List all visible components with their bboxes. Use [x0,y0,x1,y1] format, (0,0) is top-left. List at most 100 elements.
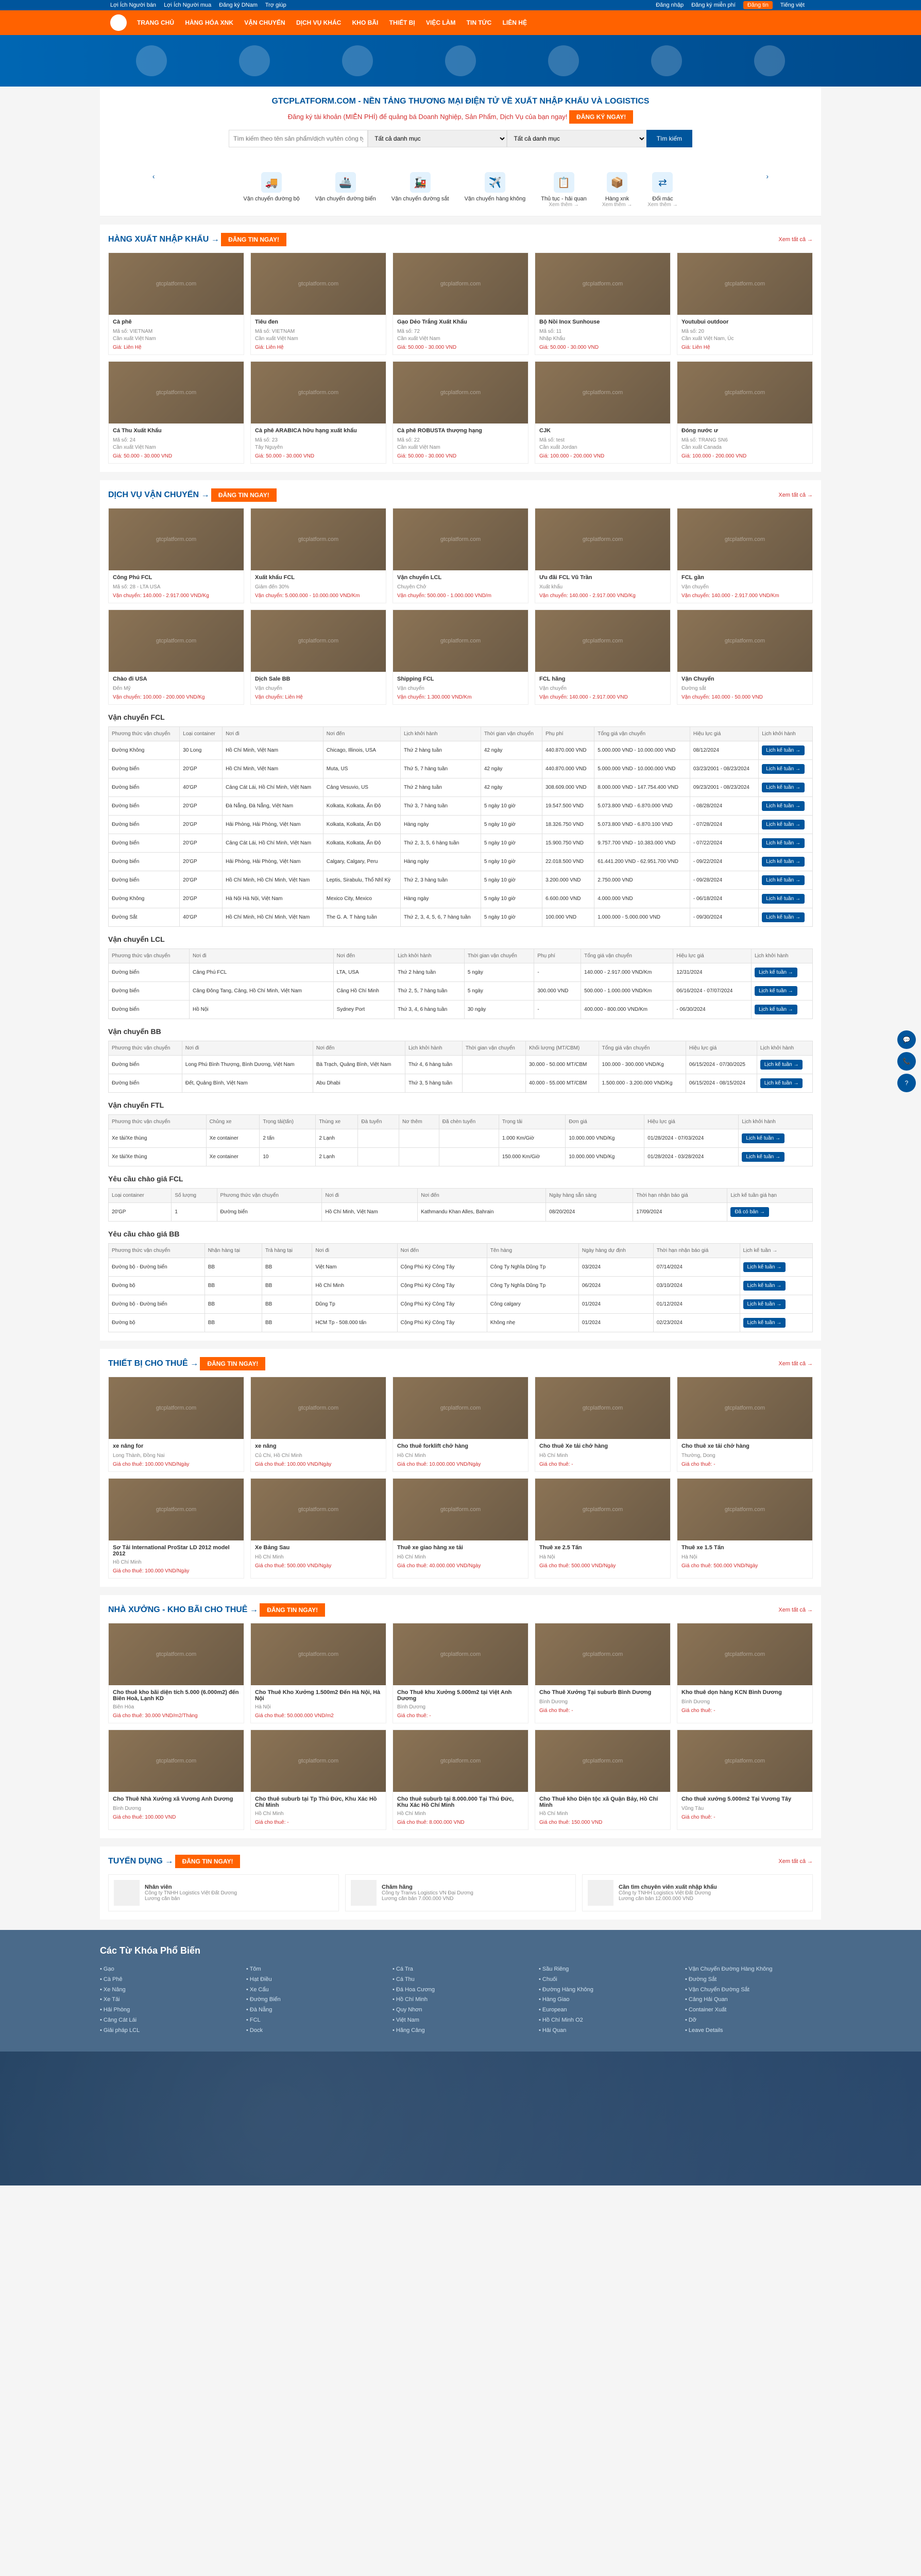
post-button[interactable]: ĐĂNG TIN NGAY! [175,1855,241,1868]
category-item[interactable]: ⇄Đổi mácXem thêm → [647,172,677,208]
category-item[interactable]: ✈️Vận chuyển hàng không [465,172,526,208]
topbar-link[interactable]: Lợi Ích Người mua [164,2,211,8]
keyword-link[interactable]: • Đà Nẵng [246,2007,272,2013]
product-card[interactable]: Gạo Dẻo Trắng Xuất KhẩuMã số: 72Cần xuất… [393,252,528,355]
lang-select[interactable]: Tiếng việt [780,2,805,8]
product-card[interactable]: Cho thuê suburb tại 8.000.000 Tại Thủ Đứ… [393,1730,528,1830]
keyword-link[interactable]: • Vận Chuyển Đường Hàng Không [685,1966,772,1972]
detail-button[interactable]: Lịch kế tuần → [743,1262,786,1272]
product-card[interactable]: Chào đi USAĐến MỹVận chuyển: 100.000 - 2… [108,609,244,705]
product-card[interactable]: Cho thuê xe tải chở hàngThường, DongGiá … [677,1377,813,1472]
keyword-link[interactable]: • Cảng Cát Lái [100,2017,137,2023]
float-help-icon[interactable]: ? [897,1074,916,1092]
view-all-link[interactable]: Xem tất cả → [778,492,813,498]
product-card[interactable]: xe nâng forLong Thành, Đồng NaiGiá cho t… [108,1377,244,1472]
product-card[interactable]: Công Phú FCLMã số: 28 - LTA USAVận chuyể… [108,508,244,603]
keyword-link[interactable]: • Gạo [100,1966,114,1972]
nav-item[interactable]: LIÊN HỆ [503,19,527,26]
category-select-1[interactable]: Tất cả danh mục [368,130,507,147]
nav-item[interactable]: TIN TỨC [467,19,492,26]
keyword-link[interactable]: • Cảng Hải Quan [685,1996,728,2003]
topbar-link[interactable]: Lợi Ích Người bán [110,2,156,8]
post-button[interactable]: ĐĂNG TIN NGAY! [260,1603,325,1617]
chevron-right-icon[interactable]: › [766,172,769,208]
chevron-left-icon[interactable]: ‹ [152,172,155,208]
nav-item[interactable]: TRANG CHỦ [137,19,174,26]
detail-button[interactable]: Lịch kế tuần → [762,894,805,904]
product-card[interactable]: Xe Bảng SauHồ Chí MinhGiá cho thuê: 500.… [250,1478,386,1579]
keyword-link[interactable]: • Chuối [539,1976,557,1982]
keyword-link[interactable]: • Xe Cẩu [246,1987,269,1993]
job-card[interactable]: Chăm hãngCông ty Tranvs Logistics VN Đại… [345,1874,576,1911]
keyword-link[interactable]: • Cá Tra [393,1966,413,1972]
detail-button[interactable]: Lịch kế tuần → [762,820,805,829]
keyword-link[interactable]: • Vận Chuyển Đường Sắt [685,1987,749,1993]
product-card[interactable]: Sơ Tải International ProStar LD 2012 mod… [108,1478,244,1579]
nav-item[interactable]: VẬN CHUYỂN [244,19,285,26]
detail-button[interactable]: Lịch kế tuần → [762,783,805,792]
keyword-link[interactable]: • Cà Phê [100,1976,123,1982]
detail-button[interactable]: Lịch kế tuần → [762,764,805,774]
product-card[interactable]: Cho thuê forklift chở hàngHồ Chí MinhGiá… [393,1377,528,1472]
keyword-link[interactable]: • Leave Details [685,2027,723,2033]
product-card[interactable]: Thuê xe 1.5 TấnHà NộiGiá cho thuê: 500.0… [677,1478,813,1579]
detail-button[interactable]: Lịch kế tuần → [755,1005,797,1014]
detail-button[interactable]: Đã có bản → [730,1207,769,1217]
keyword-link[interactable]: • Đường Biển [246,1996,281,2003]
job-card[interactable]: Nhân viênCông ty TNHH Logistics Việt Đất… [108,1874,339,1911]
float-chat-icon[interactable]: 💬 [897,1030,916,1049]
detail-button[interactable]: Lịch kế tuần → [762,875,805,885]
keyword-link[interactable]: • Hàng Giao [539,1996,570,2003]
detail-button[interactable]: Lịch kế tuần → [760,1078,803,1088]
detail-button[interactable]: Lịch kế tuần → [742,1152,784,1162]
product-card[interactable]: Cà phê ARABICA hữu hạng xuất khẩuMã số: … [250,361,386,464]
product-card[interactable]: Cà phêMã số: VIETNAMCần xuất Việt NamGiá… [108,252,244,355]
detail-button[interactable]: Lịch kế tuần → [755,986,797,996]
product-card[interactable]: Cho Thuê Xưởng Tại suburb Bình DươngBình… [535,1623,671,1723]
keyword-link[interactable]: • Dỡ [685,2017,696,2023]
keyword-link[interactable]: • Cá Thu [393,1976,415,1982]
keyword-link[interactable]: • Container Xuất [685,2007,726,2013]
job-card[interactable]: Cần tìm chuyên viên xuất nhập khẩuCông t… [582,1874,813,1911]
product-card[interactable]: Cho thuê xưởng 5.000m2 Tại Vương TâyVũng… [677,1730,813,1830]
detail-button[interactable]: Lịch kế tuần → [743,1318,786,1328]
keyword-link[interactable]: • Quy Nhơn [393,2007,422,2013]
post-button[interactable]: ĐĂNG TIN NGAY! [200,1357,265,1370]
product-card[interactable]: Cho thuê kho bãi diện tích 5.000 (6.000m… [108,1623,244,1723]
product-card[interactable]: Tiêu đenMã số: VIETNAMCần xuất Việt NamG… [250,252,386,355]
product-card[interactable]: Cho thuê Xe tải chở hàngHồ Chí MinhGiá c… [535,1377,671,1472]
detail-button[interactable]: Lịch kế tuần → [743,1299,786,1309]
keyword-link[interactable]: • Xe Tải [100,1996,120,2003]
register-link[interactable]: Đăng ký miễn phí [691,2,736,8]
keyword-link[interactable]: • European [539,2007,567,2013]
detail-button[interactable]: Lịch kế tuần → [760,1060,803,1070]
nav-item[interactable]: HÀNG HÓA XNK [185,19,233,26]
product-card[interactable]: Cho Thuê Nhà Xưởng xã Vương Anh DươngBìn… [108,1730,244,1830]
keyword-link[interactable]: • Hãng Cảng [393,2027,425,2033]
view-all-link[interactable]: Xem tất cả → [778,1858,813,1865]
product-card[interactable]: Cho Thuê khu Xưởng 5.000m2 tại Việt Anh … [393,1623,528,1723]
search-button[interactable]: Tìm kiếm [646,130,692,147]
category-item[interactable]: 📋Thủ tục - hải quanXem thêm → [541,172,587,208]
post-link[interactable]: Đăng tin [743,1,773,9]
product-card[interactable]: CJKMã số: testCần xuất JordanGiá: 100.00… [535,361,671,464]
product-card[interactable]: Dịch Sale BBVận chuyểnVận chuyển: Liên H… [250,609,386,705]
product-card[interactable]: Thuê xe giao hàng xe tảiHồ Chí MinhGiá c… [393,1478,528,1579]
keyword-link[interactable]: • Tôm [246,1966,261,1972]
product-card[interactable]: Ưu đãi FCL Vũ TrầnXuất khẩuVận chuyển: 1… [535,508,671,603]
post-button[interactable]: ĐĂNG TIN NGAY! [211,488,277,502]
keyword-link[interactable]: • Hạt Điều [246,1976,272,1982]
detail-button[interactable]: Lịch kế tuần → [755,968,797,977]
keyword-link[interactable]: • Sầu Riêng [539,1966,569,1972]
float-phone-icon[interactable]: 📞 [897,1052,916,1071]
keyword-link[interactable]: • Giải pháp LCL [100,2027,140,2033]
keyword-link[interactable]: • Hồ Chí Minh O2 [539,2017,583,2023]
keyword-link[interactable]: • Việt Nam [393,2017,419,2023]
topbar-link[interactable]: Trợ giúp [265,2,286,8]
nav-item[interactable]: VIỆC LÀM [426,19,455,26]
category-item[interactable]: 🚂Vận chuyển đường sắt [391,172,449,208]
keyword-link[interactable]: • Hải Phòng [100,2007,130,2013]
detail-button[interactable]: Lịch kế tuần → [762,801,805,811]
detail-button[interactable]: Lịch kế tuần → [762,912,805,922]
nav-item[interactable]: THIẾT BỊ [389,19,415,26]
